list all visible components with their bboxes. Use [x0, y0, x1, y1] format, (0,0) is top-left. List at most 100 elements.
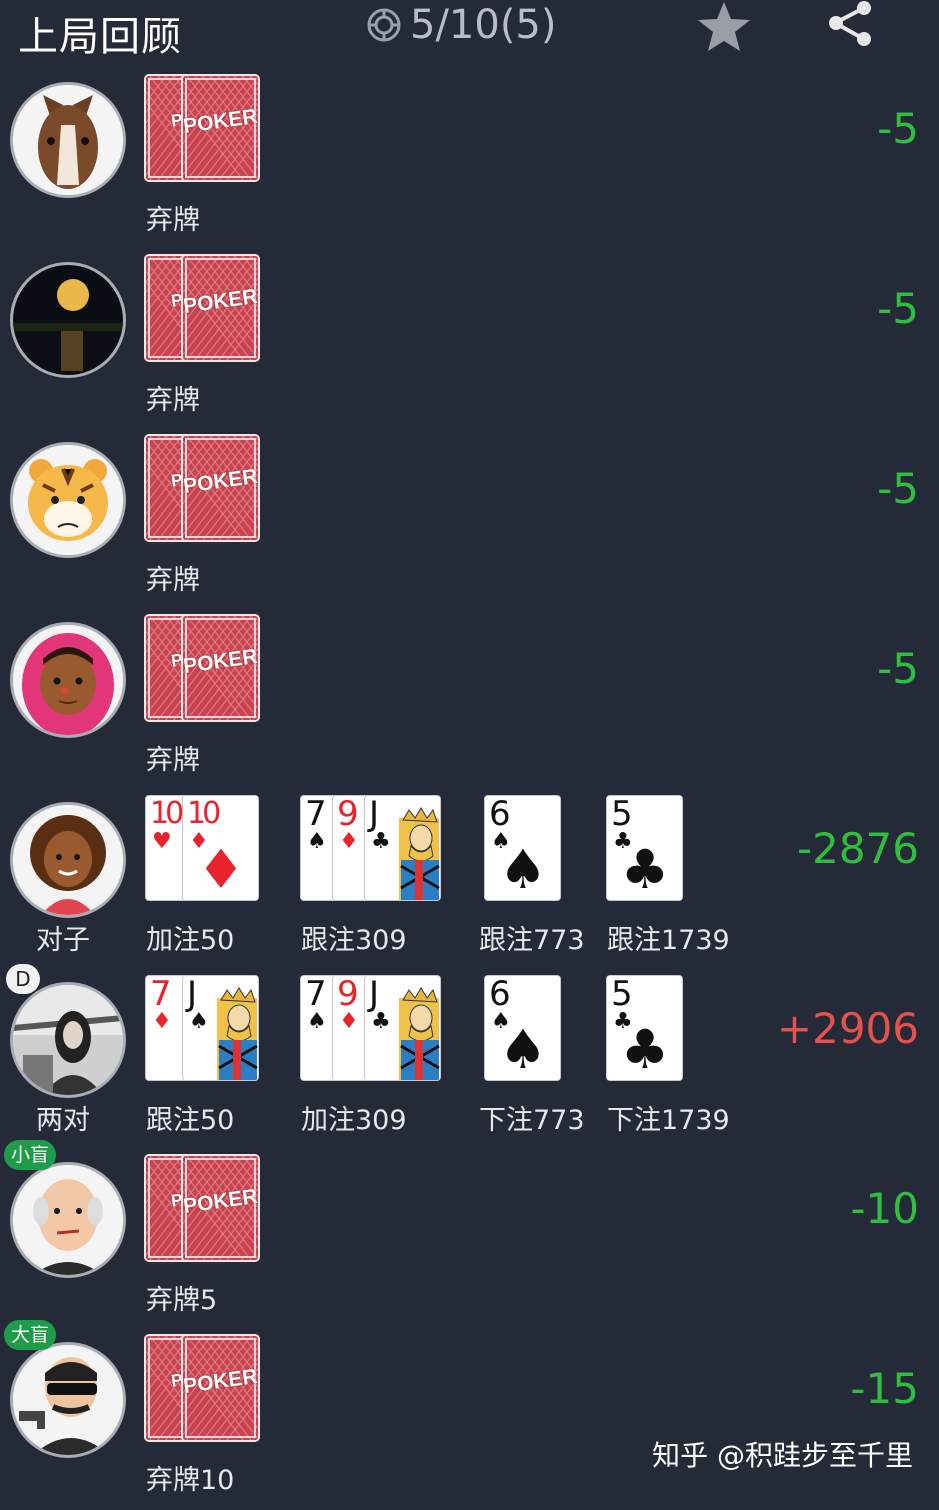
action-label: 加注309	[301, 1105, 407, 1136]
card-suit: ♣	[371, 829, 391, 854]
street-back: POPOKER弃牌	[146, 70, 258, 250]
card-rank: 5	[611, 976, 633, 1014]
hand-rank-label: 两对	[36, 1105, 90, 1136]
result-amount: -5	[877, 464, 919, 513]
card-rank: J	[369, 976, 380, 1014]
playing-card: J ♣	[365, 976, 440, 1080]
dealer-badge: D	[6, 964, 40, 994]
old-man-avatar[interactable]	[10, 1162, 126, 1278]
card-suit: ♦	[152, 1009, 172, 1034]
header-bar: 上局回顾 5/10(5)	[0, 0, 939, 60]
street-river: ♣ 5 ♣ 下注1739	[607, 970, 730, 1150]
action-label: 跟注773	[479, 925, 585, 956]
playing-card: J ♠	[183, 976, 258, 1080]
playing-card: ♠ 6 ♠	[485, 796, 560, 900]
card-back: POKER	[183, 256, 258, 360]
street-turn: ♠ 6 ♠ 下注773	[479, 970, 585, 1150]
result-amount: -15	[850, 1364, 919, 1413]
card-back: POKER	[183, 1336, 258, 1440]
playing-card: ♠ 6 ♠	[485, 976, 560, 1080]
street-back: POPOKER弃牌5	[146, 1150, 258, 1330]
watermark: 知乎 @积跬步至千里	[652, 1439, 913, 1472]
result-amount: -5	[877, 284, 919, 333]
card-suit: ♠	[491, 1009, 511, 1034]
result-amount: -2876	[796, 824, 919, 873]
action-label: 跟注1739	[607, 925, 730, 956]
street-turn: ♠ 6 ♠ 跟注773	[479, 790, 585, 970]
result-amount: +2906	[776, 1004, 919, 1053]
stakes-text: 5/10(5)	[410, 2, 557, 48]
action-label: 跟注309	[301, 925, 407, 956]
blind-badge: 小盲	[4, 1140, 57, 1170]
action-label: 弃牌	[146, 745, 200, 776]
page-title: 上局回顾	[18, 14, 182, 60]
card-rank: 9	[337, 976, 359, 1014]
curly-woman-avatar[interactable]	[10, 802, 126, 918]
action-label: 弃牌5	[146, 1285, 218, 1316]
street-hole: 7 ♦ J ♠ 跟注50	[146, 970, 258, 1150]
action-label: 加注50	[146, 925, 235, 956]
result-amount: -10	[850, 1184, 919, 1233]
street-hole: 10 ♥ ♦ 10 ♦ 加注50	[146, 790, 258, 970]
action-label: 下注773	[479, 1105, 585, 1136]
action-label: 跟注50	[146, 1105, 235, 1136]
playing-card: ♦ 10 ♦	[183, 796, 258, 900]
card-back: POKER	[183, 1156, 258, 1260]
card-rank: 7	[305, 796, 327, 834]
action-label: 弃牌10	[146, 1465, 235, 1496]
card-suit: ♦	[339, 829, 359, 854]
share-icon[interactable]	[824, 0, 876, 48]
card-suit: ♦	[339, 1009, 359, 1034]
blind-badge: 大盲	[4, 1320, 57, 1350]
playing-card: ♣ 5 ♣	[607, 976, 682, 1080]
horse-avatar[interactable]	[10, 82, 126, 198]
street-back: POPOKER弃牌	[146, 430, 258, 610]
street-flop: 7 ♠ 9 ♦ J ♣ 加注309	[301, 970, 441, 1150]
hijab-girl-avatar[interactable]	[10, 622, 126, 738]
hand-rank-label: 对子	[36, 925, 90, 956]
card-suit: ♠	[491, 829, 511, 854]
street-back: POPOKER弃牌	[146, 250, 258, 430]
player-row: POPOKER弃牌-5	[0, 70, 939, 250]
chip-icon	[367, 8, 401, 42]
card-rank: J	[369, 796, 380, 834]
card-rank: 5	[611, 796, 633, 834]
tiger-avatar[interactable]	[10, 442, 126, 558]
gangster-avatar[interactable]	[10, 1342, 126, 1458]
street-back: POPOKER弃牌	[146, 610, 258, 790]
card-suit: ♣	[613, 1009, 633, 1034]
player-row: 小盲POPOKER弃牌5-10	[0, 1140, 939, 1330]
card-back: POKER	[183, 616, 258, 720]
street-back: POPOKER弃牌10	[146, 1330, 258, 1510]
player-row: 对子 10 ♥ ♦ 10 ♦ 加注50 7 ♠ 9 ♦ J ♣ 跟注309 ♠ 6 ♠ 跟注773 ♣ 5 ♣ 跟注173…	[0, 790, 939, 970]
moon-avatar[interactable]	[10, 262, 126, 378]
card-rank: 7	[305, 976, 327, 1014]
action-label: 弃牌	[146, 205, 200, 236]
card-rank: 6	[489, 796, 511, 834]
card-suit: ♠	[307, 1009, 327, 1034]
playing-card: J ♣	[365, 796, 440, 900]
star-icon[interactable]	[695, 0, 753, 54]
player-row: POPOKER弃牌-5	[0, 610, 939, 790]
card-suit: ♥	[152, 829, 172, 854]
street-river: ♣ 5 ♣ 跟注1739	[607, 790, 730, 970]
card-rank: 9	[337, 796, 359, 834]
action-label: 下注1739	[607, 1105, 730, 1136]
street-flop: 7 ♠ 9 ♦ J ♣ 跟注309	[301, 790, 441, 970]
player-row: 大盲POPOKER弃牌10-15	[0, 1320, 939, 1510]
photo-woman-avatar[interactable]	[10, 982, 126, 1098]
card-suit: ♣	[371, 1009, 391, 1034]
player-row: POPOKER弃牌 -5	[0, 430, 939, 610]
card-rank: 10	[187, 796, 221, 831]
result-amount: -5	[877, 104, 919, 153]
card-rank: 6	[489, 976, 511, 1014]
card-suit: ♠	[189, 1009, 209, 1034]
card-suit: ♦	[189, 829, 209, 854]
player-row: POPOKER弃牌 -5	[0, 250, 939, 430]
card-rank: 7	[150, 976, 172, 1014]
card-suit: ♣	[613, 829, 633, 854]
stakes-info: 5/10(5)	[366, 2, 556, 48]
result-amount: -5	[877, 644, 919, 693]
card-suit: ♠	[307, 829, 327, 854]
card-back: POKER	[183, 76, 258, 180]
